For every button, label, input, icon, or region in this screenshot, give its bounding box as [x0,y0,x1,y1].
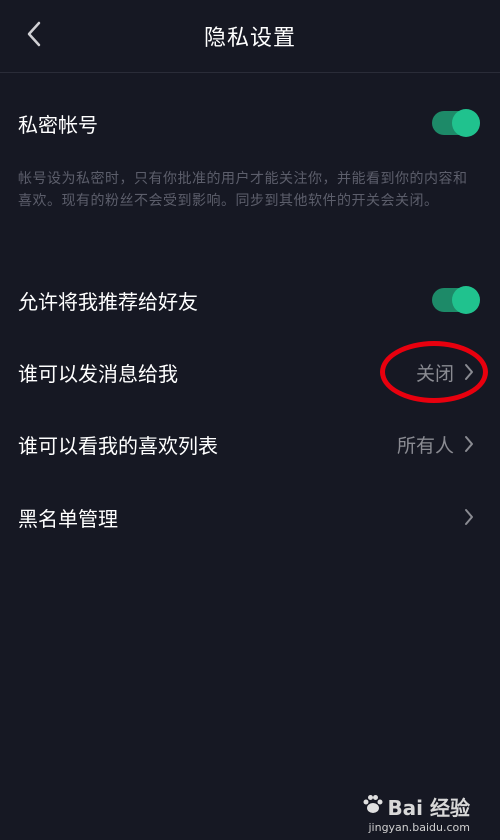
blacklist-row[interactable]: 黑名单管理 [0,487,500,547]
recommend-to-friends-toggle[interactable] [432,286,480,314]
private-account-label: 私密帐号 [18,112,98,137]
message-permission-value: 关闭 [415,362,454,385]
likes-visibility-label: 谁可以看我的喜欢列表 [18,433,218,458]
recommend-to-friends-label: 允许将我推荐给好友 [18,289,198,314]
watermark-brand: Bai 经验 [362,792,470,821]
chevron-right-icon [462,434,476,454]
watermark-url: jingyan.baidu.com [368,821,470,834]
likes-visibility-row[interactable]: 谁可以看我的喜欢列表 所有人 [0,414,500,474]
paw-icon [362,793,384,820]
toggle-knob [452,286,480,314]
baidu-jingyan-watermark: Bai 经验 jingyan.baidu.com [362,792,470,834]
private-account-toggle[interactable] [432,109,480,137]
recommend-to-friends-row: 允许将我推荐给好友 [0,270,500,330]
toggle-knob [452,109,480,137]
chevron-right-icon [462,362,476,382]
page-title: 隐私设置 [203,26,296,51]
message-permission-label: 谁可以发消息给我 [18,361,178,386]
private-account-description: 帐号设为私密时，只有你批准的用户才能关注你，并能看到你的内容和喜欢。现有的粉丝不… [18,171,468,209]
watermark-brand-text: Bai 经验 [387,796,470,820]
top-navigation-bar: 隐私设置 [0,0,500,73]
private-account-row: 私密帐号 [0,93,500,153]
message-permission-row[interactable]: 谁可以发消息给我 关闭 [0,342,500,402]
blacklist-label: 黑名单管理 [18,506,118,531]
chevron-right-icon [462,507,476,527]
likes-visibility-value: 所有人 [396,434,454,457]
